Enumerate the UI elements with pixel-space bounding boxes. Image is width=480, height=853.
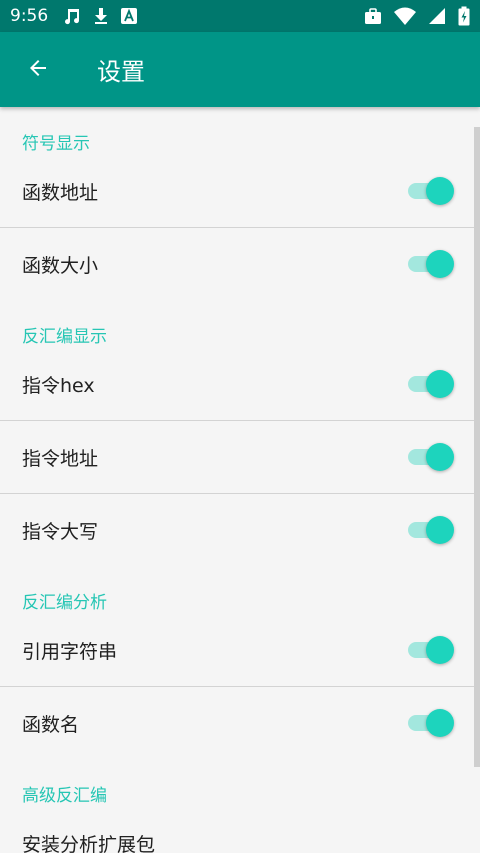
setting-label: 函数地址 [22, 181, 99, 204]
toggle-switch[interactable] [408, 443, 454, 471]
status-bar: 9:56 [0, 0, 480, 32]
battery-icon [458, 6, 470, 26]
setting-row-string-references[interactable]: 引用字符串 [0, 614, 480, 686]
setting-label: 指令大写 [22, 520, 99, 543]
wifi-icon [394, 7, 416, 25]
setting-row-instruction-hex[interactable]: 指令hex [0, 348, 480, 420]
page-title: 设置 [97, 58, 145, 86]
section-header: 高级反汇编 [22, 786, 107, 806]
toggle-switch[interactable] [408, 709, 454, 737]
setting-label: 函数大小 [22, 254, 99, 277]
status-time: 9:56 [10, 6, 49, 26]
setting-row-instruction-address[interactable]: 指令地址 [0, 421, 480, 493]
toggle-switch[interactable] [408, 516, 454, 544]
toggle-switch[interactable] [408, 636, 454, 664]
section-header: 反汇编显示 [22, 327, 107, 347]
setting-label: 引用字符串 [22, 640, 118, 663]
arrow-back-icon [26, 56, 50, 84]
setting-row-install-extension[interactable]: 安装分析扩展包 [0, 807, 480, 853]
download-icon [92, 6, 110, 26]
back-button[interactable] [0, 32, 75, 107]
toggle-switch[interactable] [408, 370, 454, 398]
app-bar: 设置 [0, 32, 480, 107]
music-icon [62, 6, 82, 26]
setting-row-instruction-uppercase[interactable]: 指令大写 [0, 494, 480, 566]
toggle-switch[interactable] [408, 177, 454, 205]
signal-icon [428, 7, 446, 25]
scrollbar[interactable] [474, 127, 480, 767]
setting-row-function-name[interactable]: 函数名 [0, 687, 480, 759]
setting-label: 指令hex [22, 374, 95, 397]
toggle-switch[interactable] [408, 250, 454, 278]
section-header: 符号显示 [22, 134, 90, 154]
section-header: 反汇编分析 [22, 593, 107, 613]
settings-list: 符号显示 函数地址 函数大小 反汇编显示 指令hex 指令地址 指令大写 反汇编… [0, 107, 480, 853]
a-icon [120, 7, 138, 25]
work-icon [364, 7, 382, 25]
setting-row-function-size[interactable]: 函数大小 [0, 228, 480, 300]
setting-label: 安装分析扩展包 [22, 833, 156, 853]
setting-row-function-address[interactable]: 函数地址 [0, 155, 480, 227]
setting-label: 函数名 [22, 713, 80, 736]
setting-label: 指令地址 [22, 447, 99, 470]
